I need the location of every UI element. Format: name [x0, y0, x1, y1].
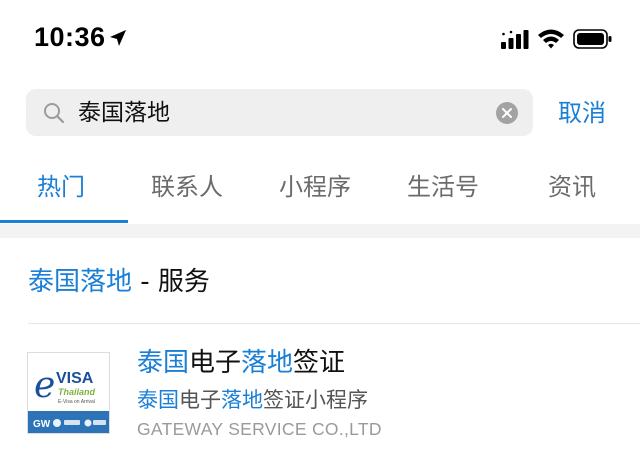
- result-subtitle-part: 泰国: [137, 388, 179, 412]
- svg-text:VISA: VISA: [56, 370, 94, 387]
- result-title: 泰国电子落地签证: [137, 343, 345, 383]
- result-title-part: 电子: [189, 348, 242, 378]
- svg-text:GW: GW: [33, 419, 51, 430]
- result-title-part: 泰国: [137, 348, 190, 378]
- tab-life-accounts[interactable]: 生活号: [407, 168, 479, 206]
- section-header: 泰国落地 - 服务: [28, 262, 210, 302]
- svg-text:E-Visa on Arrival: E-Visa on Arrival: [58, 399, 95, 405]
- battery-icon: [573, 29, 612, 49]
- tab-contacts[interactable]: 联系人: [151, 168, 223, 206]
- wifi-icon: [538, 29, 564, 49]
- search-screen: 10:36 泰国落地 取消 热门 联系人 小程序 生活号 资讯 泰国落地 - 服…: [0, 0, 640, 462]
- result-item[interactable]: e VISA Thailand E-Visa on Arrival GW 泰国电…: [0, 325, 640, 462]
- result-company: GATEWAY SERVICE CO.,LTD: [137, 419, 382, 439]
- section-suffix: - 服务: [132, 267, 210, 297]
- active-tab-indicator: [0, 220, 128, 223]
- tab-mini-programs[interactable]: 小程序: [279, 168, 351, 206]
- tab-bar: 热门 联系人 小程序 生活号 资讯: [0, 160, 640, 224]
- svg-text:Thailand: Thailand: [58, 387, 96, 397]
- cancel-button[interactable]: 取消: [558, 96, 606, 130]
- evisa-logo-icon: e VISA Thailand E-Visa on Arrival GW: [28, 353, 109, 433]
- search-icon: [44, 103, 65, 124]
- tab-news[interactable]: 资讯: [548, 168, 596, 206]
- status-bar: 10:36: [0, 0, 640, 80]
- result-subtitle-part: 电子: [179, 388, 221, 412]
- svg-text:e: e: [34, 365, 55, 406]
- clear-icon[interactable]: [495, 101, 519, 125]
- result-subtitle-part: 签证小程序: [263, 388, 368, 412]
- section-keyword: 泰国落地: [28, 267, 133, 297]
- tab-hot[interactable]: 热门: [37, 168, 85, 206]
- divider: [0, 224, 640, 238]
- result-title-part: 落地: [241, 348, 294, 378]
- result-title-part: 签证: [293, 348, 346, 378]
- result-subtitle-part: 落地: [221, 388, 263, 412]
- result-subtitle: 泰国电子落地签证小程序: [137, 384, 368, 416]
- evisa-logo: e VISA Thailand E-Visa on Arrival GW: [27, 352, 110, 434]
- search-input[interactable]: 泰国落地: [78, 97, 478, 129]
- search-box[interactable]: 泰国落地: [26, 89, 533, 136]
- location-arrow-icon: [110, 30, 126, 46]
- cellular-signal-icon: [501, 30, 529, 49]
- status-time: 10:36: [34, 22, 106, 52]
- divider: [28, 323, 640, 324]
